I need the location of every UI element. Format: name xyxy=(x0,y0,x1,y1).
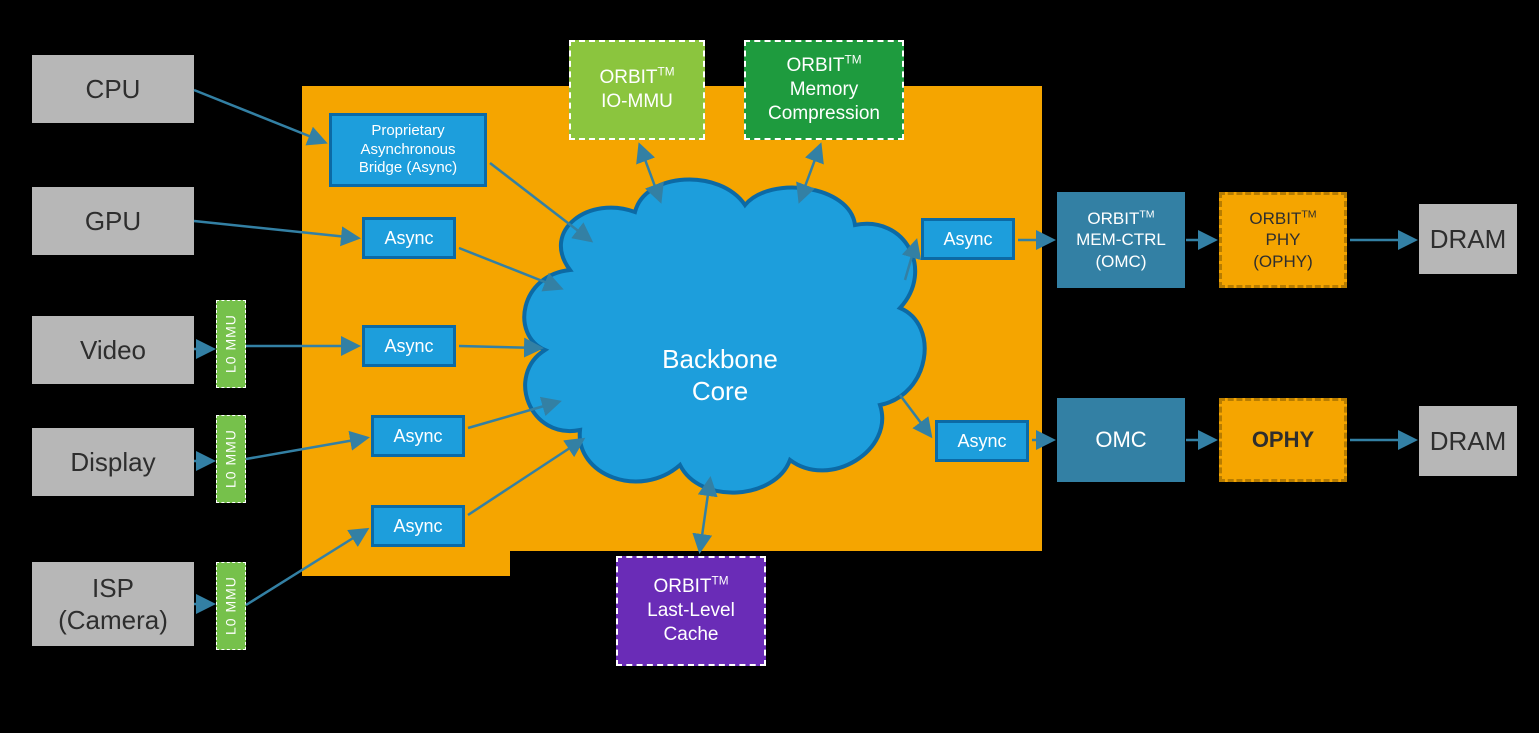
dram-bottom: DRAM xyxy=(1419,406,1517,476)
block-isp: ISP (Camera) xyxy=(32,562,194,646)
proprietary-async-bridge: Proprietary Asynchronous Bridge (Async) xyxy=(329,113,487,187)
gpu-label: GPU xyxy=(85,205,141,238)
iommu-text: ORBITTM IO-MMU xyxy=(599,66,674,114)
orbit-llc: ORBITTM Last-Level Cache xyxy=(616,556,766,666)
orbit-iommu: ORBITTM IO-MMU xyxy=(569,40,705,140)
block-cpu: CPU xyxy=(32,55,194,123)
l0mmu-video: L0 MMU xyxy=(216,300,246,388)
async-out-top: Async xyxy=(921,218,1015,260)
l0mmu-display: L0 MMU xyxy=(216,415,246,503)
block-gpu: GPU xyxy=(32,187,194,255)
memcomp-text: ORBITTM Memory Compression xyxy=(768,54,880,125)
l0mmu-isp: L0 MMU xyxy=(216,562,246,650)
block-video: Video xyxy=(32,316,194,384)
diagram-stage: CPU GPU Video Display ISP (Camera) L0 MM… xyxy=(0,0,1539,733)
async-video: Async xyxy=(362,325,456,367)
ophy-top: ORBITTM PHY (OPHY) xyxy=(1219,192,1347,288)
ophy-top-text: ORBITTM PHY (OPHY) xyxy=(1249,208,1316,272)
llc-text: ORBITTM Last-Level Cache xyxy=(647,575,735,646)
async-display: Async xyxy=(371,415,465,457)
isp-label: ISP (Camera) xyxy=(58,572,168,637)
video-label: Video xyxy=(80,334,146,367)
dram-top: DRAM xyxy=(1419,204,1517,274)
async-gpu: Async xyxy=(362,217,456,259)
async-out-bottom: Async xyxy=(935,420,1029,462)
omc-bottom: OMC xyxy=(1057,398,1185,482)
display-label: Display xyxy=(70,446,155,479)
backbone-core-label: Backbone Core xyxy=(610,310,830,408)
async-isp: Async xyxy=(371,505,465,547)
omc-top-text: ORBITTM MEM-CTRL (OMC) xyxy=(1076,208,1166,272)
ophy-bottom: OPHY xyxy=(1219,398,1347,482)
orbit-memory-compression: ORBITTM Memory Compression xyxy=(744,40,904,140)
cpu-label: CPU xyxy=(86,73,141,106)
block-display: Display xyxy=(32,428,194,496)
omc-top: ORBITTM MEM-CTRL (OMC) xyxy=(1057,192,1185,288)
